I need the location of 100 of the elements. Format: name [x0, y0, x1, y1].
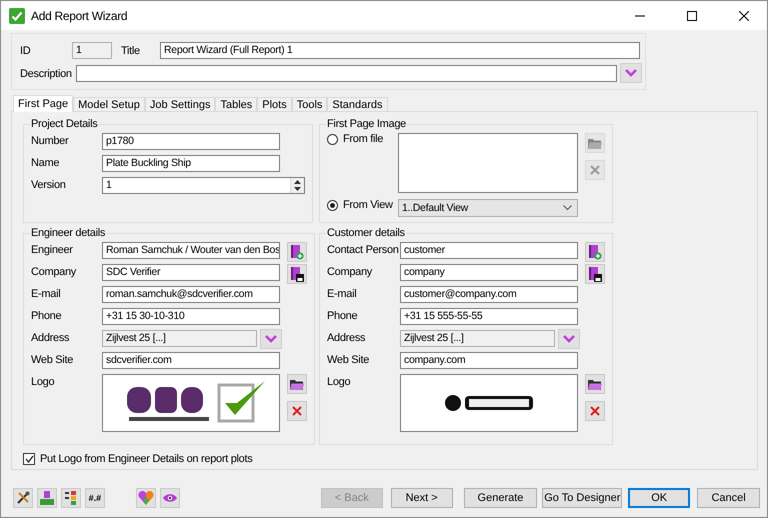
view-dropdown[interactable]: 1..Default View [398, 199, 578, 217]
text-field[interactable]: sdcverifier.com [102, 352, 280, 369]
checkbox[interactable] [23, 453, 35, 465]
text-field[interactable]: p1780 [102, 133, 280, 150]
heart-icon [138, 491, 154, 505]
dialog-button[interactable]: OK [628, 488, 690, 508]
checkbox-label: Put Logo from Engineer Details on report plots [40, 453, 252, 465]
group-title: First Page Image [326, 118, 407, 130]
tab[interactable]: Plots [257, 97, 292, 111]
save-contact-icon [290, 266, 304, 282]
text-field[interactable]: +31 15 30-10-310 [102, 308, 280, 325]
field-label: Web Site [327, 353, 370, 368]
check-icon [9, 8, 25, 24]
title-label: Title [121, 44, 141, 56]
text-field[interactable]: customer@company.com [400, 286, 578, 303]
tab[interactable]: Tables [215, 97, 258, 111]
add-contact-button[interactable] [287, 242, 307, 262]
address-dropdown-button[interactable] [558, 329, 580, 349]
add-contact-button[interactable] [585, 242, 605, 262]
tab[interactable]: Standards [327, 97, 388, 111]
radio-label: From View [343, 199, 393, 211]
folder-icon [290, 378, 304, 390]
maximize-icon [687, 10, 697, 20]
delete-icon [590, 406, 600, 416]
eye-icon [162, 493, 177, 503]
spin-arrows-icon [294, 180, 301, 191]
radio-button[interactable] [327, 134, 338, 144]
radio-button[interactable] [327, 200, 338, 210]
text-field[interactable]: roman.samchuk@sdcverifier.com [102, 286, 280, 303]
folder-icon [588, 138, 602, 148]
window-title: Add Report Wizard [31, 8, 128, 22]
field-label: Contact Person [327, 243, 400, 258]
radio-label: From file [343, 133, 384, 145]
dialog-button[interactable]: Cancel [697, 488, 760, 508]
address-field: Zijlvest 25 [...] [400, 330, 555, 347]
save-contact-icon [588, 266, 602, 282]
group-title: Customer details [326, 227, 406, 239]
folder-icon [588, 378, 602, 390]
field-label: Company [327, 265, 374, 280]
save-contact-button[interactable] [585, 264, 605, 284]
chevron-down-icon [265, 335, 277, 343]
text-field[interactable]: company [400, 264, 578, 281]
id-field: 1 [72, 42, 112, 59]
dialog-button[interactable]: Next > [390, 488, 453, 508]
units-button[interactable] [36, 488, 57, 508]
field-label: Logo [327, 375, 352, 390]
colors-button[interactable] [136, 488, 156, 508]
field-label: Version [31, 178, 67, 193]
description-field[interactable] [76, 65, 617, 82]
number-spinner[interactable]: 1 [102, 177, 305, 194]
text-field[interactable]: Plate Buckling Ship [102, 155, 280, 172]
tools-button[interactable] [13, 488, 33, 508]
chevron-down-icon [625, 69, 637, 77]
add-contact-icon [290, 244, 304, 260]
field-label: E-mail [327, 287, 358, 302]
numbering-icon [64, 491, 77, 505]
dialog-button[interactable]: Generate [464, 488, 538, 508]
group-title: Project Details [30, 118, 98, 130]
field-label: Web Site [31, 353, 74, 368]
field-label: Address [327, 331, 366, 346]
open-folder-button[interactable] [585, 374, 605, 394]
tab[interactable]: Job Settings [144, 97, 216, 111]
dialog-button[interactable]: Go To Designer [542, 488, 622, 508]
field-label: Phone [31, 309, 62, 324]
tab[interactable]: First Page [13, 95, 74, 112]
view-button[interactable] [160, 488, 180, 508]
tools-icon [16, 491, 30, 505]
close-icon [739, 10, 749, 20]
numbering-button[interactable] [60, 488, 81, 508]
open-folder-button[interactable] [287, 374, 307, 394]
description-dropdown-button[interactable] [620, 63, 642, 83]
group-title: Engineer details [30, 227, 106, 239]
field-label: Name [31, 156, 60, 171]
field-label: Phone [327, 309, 358, 324]
field-label: Number [31, 134, 70, 149]
add-contact-icon [588, 244, 602, 260]
field-label: Address [31, 331, 70, 346]
id-label: ID [20, 44, 32, 56]
text-field[interactable]: company.com [400, 352, 578, 369]
field-label: Company [31, 265, 78, 280]
text-field[interactable]: +31 15 555-55-55 [400, 308, 578, 325]
units-icon [40, 491, 54, 505]
format-button[interactable]: #.# [84, 488, 105, 508]
chevron-down-icon [563, 335, 575, 343]
text-field[interactable]: customer [400, 242, 578, 259]
field-label: Engineer [31, 243, 74, 258]
delete-button[interactable] [585, 401, 605, 421]
delete-icon [590, 165, 600, 175]
tab[interactable]: Model Setup [73, 97, 145, 111]
save-contact-button[interactable] [287, 264, 307, 284]
address-field: Zijlvest 25 [...] [102, 330, 257, 347]
delete-button[interactable] [287, 401, 307, 421]
title-field[interactable]: Report Wizard (Full Report) 1 [160, 42, 640, 59]
field-label: Logo [31, 375, 56, 390]
description-label: Description [20, 68, 73, 80]
text-field[interactable]: SDC Verifier [102, 264, 280, 281]
field-label: E-mail [31, 287, 62, 302]
delete-icon [292, 406, 302, 416]
tab[interactable]: Tools [292, 97, 328, 111]
address-dropdown-button[interactable] [260, 329, 282, 349]
